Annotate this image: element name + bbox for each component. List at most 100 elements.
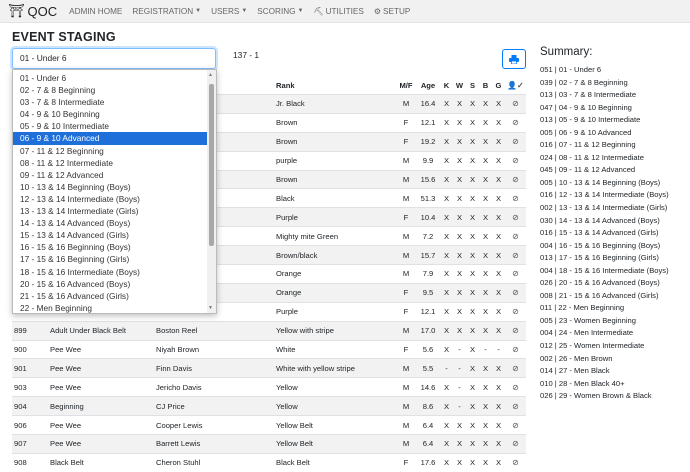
dropdown-option[interactable]: 20 - 15 & 16 Advanced (Boys)	[13, 278, 209, 290]
cell-w: X	[453, 452, 466, 472]
dropdown-option[interactable]: 02 - 7 & 8 Beginning	[13, 84, 209, 96]
hide-competitor-button[interactable]: ⊘	[505, 301, 526, 322]
scroll-down-icon[interactable]: ▼	[208, 305, 213, 311]
dropdown-option[interactable]: 13 - 13 & 14 Intermediate (Girls)	[13, 205, 209, 217]
cell-g: X	[492, 188, 505, 208]
cell-g: X	[492, 207, 505, 227]
table-row: 907 Pee Wee Barrett Lewis Yellow Belt M 6.4 X X…	[12, 434, 526, 454]
cell-w: X	[453, 301, 466, 322]
summary-item: 039 | 02 - 7 & 8 Beginning	[540, 77, 628, 87]
nav-item-admin-home[interactable]: ADMIN HOME	[69, 7, 122, 16]
hide-competitor-button[interactable]: ⊘	[505, 169, 526, 189]
summary-title: Summary:	[540, 46, 593, 58]
user-slash-icon: ⊘	[512, 439, 519, 449]
dropdown-option[interactable]: 18 - 15 & 16 Intermediate (Boys)	[13, 266, 209, 278]
hide-competitor-button[interactable]: ⊘	[505, 320, 526, 341]
nav-item-utilities[interactable]: ⛏ UTILITIES	[313, 7, 363, 16]
cell-mf: F	[396, 207, 416, 227]
cell-mf: F	[396, 301, 416, 322]
dropdown-option[interactable]: 06 - 9 & 10 Advanced	[13, 132, 209, 145]
cell-id: 901	[12, 358, 48, 378]
cell-g: X	[492, 169, 505, 189]
cell-w: -	[453, 339, 466, 359]
hide-competitor-button[interactable]: ⊘	[505, 94, 526, 114]
dropdown-option[interactable]: 22 - Men Beginning	[13, 302, 209, 313]
user-slash-icon: ⊘	[512, 231, 519, 241]
cell-s: X	[466, 207, 479, 227]
hide-competitor-button[interactable]: ⊘	[505, 358, 526, 378]
cell-w: X	[453, 415, 466, 435]
dropdown-option[interactable]: 12 - 13 & 14 Intermediate (Boys)	[13, 193, 209, 205]
event-select[interactable]: 01 - Under 6	[12, 48, 216, 69]
hide-competitor-button[interactable]: ⊘	[505, 150, 526, 171]
summary-item: 014 | 27 - Men Black	[540, 366, 610, 376]
summary-item: 024 | 08 - 11 & 12 Intermediate	[540, 152, 644, 162]
dropdown-option[interactable]: 05 - 9 & 10 Intermediate	[13, 120, 209, 132]
cell-id: 899	[12, 320, 48, 341]
dropdown-option[interactable]: 01 - Under 6	[13, 72, 209, 84]
hide-competitor-button[interactable]: ⊘	[505, 339, 526, 359]
dropdown-option[interactable]: 10 - 13 & 14 Beginning (Boys)	[13, 181, 209, 193]
user-slash-icon: ⊘	[512, 118, 519, 128]
hide-competitor-button[interactable]: ⊘	[505, 396, 526, 416]
summary-item: 016 | 12 - 13 & 14 Intermediate (Boys)	[540, 190, 669, 200]
nav-item-users[interactable]: USERS ▼	[211, 7, 247, 16]
hide-competitor-button[interactable]: ⊘	[505, 452, 526, 472]
dropdown-option[interactable]: 08 - 11 & 12 Intermediate	[13, 157, 209, 169]
hide-competitor-button[interactable]: ⊘	[505, 264, 526, 284]
nav-item-registration[interactable]: REGISTRATION ▼	[132, 7, 201, 16]
hide-competitor-button[interactable]: ⊘	[505, 377, 526, 397]
cell-name: CJ Price	[154, 396, 274, 416]
event-dropdown-list[interactable]: 01 - Under 6 02 - 7 & 8 Beginning 03 - 7 &…	[12, 69, 217, 314]
range-label: 137 - 1	[233, 50, 260, 60]
hide-competitor-button[interactable]: ⊘	[505, 226, 526, 246]
cell-mf: M	[396, 434, 416, 454]
cell-rank: White	[274, 339, 396, 359]
dropdown-option[interactable]: 07 - 11 & 12 Beginning	[13, 145, 209, 157]
cell-w: -	[453, 358, 466, 378]
dropdown-scrollbar[interactable]: ▲ ▼	[207, 70, 216, 313]
hide-competitor-button[interactable]: ⊘	[505, 131, 526, 152]
hide-competitor-button[interactable]: ⊘	[505, 112, 526, 133]
brand[interactable]: ⛩ QOC	[8, 3, 57, 19]
user-slash-icon: ⊘	[512, 363, 519, 373]
cell-age: 14.6	[416, 377, 440, 397]
cell-g: X	[492, 452, 505, 472]
hide-competitor-button[interactable]: ⊘	[505, 188, 526, 208]
summary-item: 005 | 23 - Women Beginning	[540, 315, 636, 325]
hide-competitor-button[interactable]: ⊘	[505, 415, 526, 435]
dropdown-option[interactable]: 03 - 7 & 8 Intermediate	[13, 96, 209, 108]
hide-competitor-button[interactable]: ⊘	[505, 282, 526, 303]
dropdown-option[interactable]: 04 - 9 & 10 Beginning	[13, 108, 209, 120]
nav-item-setup[interactable]: ⚙ SETUP	[374, 7, 410, 16]
scrollbar-thumb[interactable]	[209, 84, 214, 246]
user-slash-icon: ⊘	[512, 307, 519, 317]
print-button[interactable]	[502, 49, 526, 69]
dropdown-option[interactable]: 09 - 11 & 12 Advanced	[13, 169, 209, 181]
summary-item: 026 | 29 - Women Brown & Black	[540, 391, 652, 401]
nav-item-scoring[interactable]: SCORING ▼	[257, 7, 303, 16]
dropdown-option[interactable]: 21 - 15 & 16 Advanced (Girls)	[13, 290, 209, 302]
scroll-up-icon[interactable]: ▲	[208, 72, 213, 78]
summary-item: 030 | 14 - 13 & 14 Advanced (Boys)	[540, 215, 660, 225]
cell-age: 12.1	[416, 112, 440, 133]
hide-competitor-button[interactable]: ⊘	[505, 207, 526, 227]
cell-rank: Yellow	[274, 396, 396, 416]
cell-k: X	[440, 396, 453, 416]
hide-competitor-button[interactable]: ⊘	[505, 245, 526, 265]
dropdown-option[interactable]: 15 - 13 & 14 Advanced (Girls)	[13, 229, 209, 241]
cell-k: X	[440, 452, 453, 472]
cell-mf: M	[396, 415, 416, 435]
dropdown-option[interactable]: 14 - 13 & 14 Advanced (Boys)	[13, 217, 209, 229]
cell-w: -	[453, 377, 466, 397]
cell-id: 904	[12, 396, 48, 416]
cell-rank: Yellow Belt	[274, 434, 396, 454]
cell-b: X	[479, 301, 492, 322]
dropdown-option[interactable]: 16 - 15 & 16 Beginning (Boys)	[13, 241, 209, 253]
cell-b: X	[479, 94, 492, 114]
hide-competitor-button[interactable]: ⊘	[505, 434, 526, 454]
summary-item: 008 | 21 - 15 & 16 Advanced (Girls)	[540, 290, 659, 300]
column-header: M/F	[396, 76, 416, 95]
torii-gate-icon: ⛩	[8, 3, 25, 18]
dropdown-option[interactable]: 17 - 15 & 16 Beginning (Girls)	[13, 253, 209, 265]
